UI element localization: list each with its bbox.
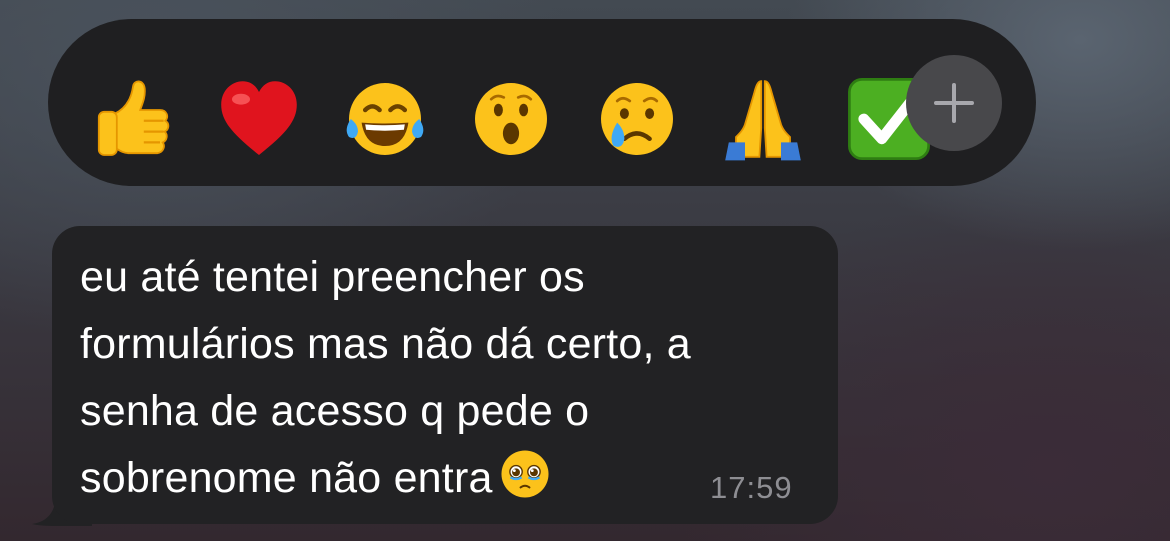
message-timestamp: 17:59 <box>710 470 793 505</box>
plus-icon <box>934 83 974 123</box>
message-line-text: sobrenome não entra <box>80 454 493 502</box>
message-text: eu até tentei preencher os formulários m… <box>80 244 820 512</box>
face-holding-back-tears-icon <box>497 446 553 502</box>
message-line: formulários mas não dá certo, a <box>80 320 691 368</box>
red-heart-icon[interactable] <box>214 74 304 164</box>
add-reaction-button[interactable] <box>906 55 1002 151</box>
message-line: sobrenome não entra <box>80 445 820 512</box>
folded-hands-icon[interactable] <box>718 74 808 164</box>
open-mouth-face-icon[interactable] <box>466 74 556 164</box>
tears-of-joy-icon[interactable] <box>340 74 430 164</box>
reaction-bar <box>48 19 1036 186</box>
crying-face-icon[interactable] <box>592 74 682 164</box>
thumbs-up-icon[interactable] <box>88 74 178 164</box>
message-line: senha de acesso q pede o <box>80 387 590 435</box>
message-line: eu até tentei preencher os <box>80 253 585 301</box>
